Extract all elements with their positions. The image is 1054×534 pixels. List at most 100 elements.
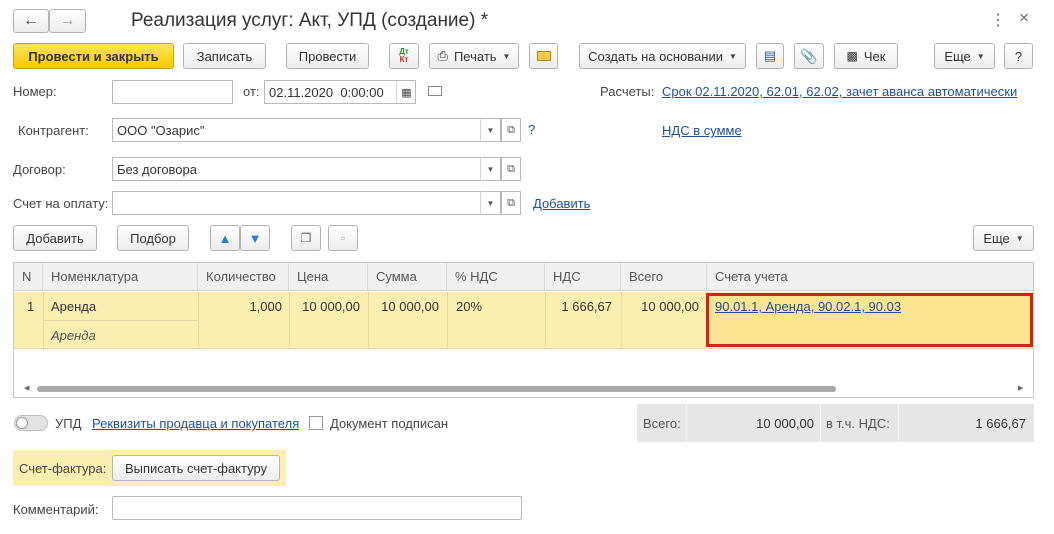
invoice-label: Счет на оплату: — [13, 196, 109, 211]
print-button[interactable]: ⎙ Печать ▼ — [429, 43, 519, 69]
accounts-link[interactable]: 90.01.1, Аренда, 90.02.1, 90.03 — [715, 299, 901, 314]
issue-invoice-button[interactable]: Выписать счет-фактуру — [112, 455, 280, 481]
comment-input[interactable] — [112, 496, 522, 520]
open-form-icon[interactable]: ⧉ — [501, 118, 521, 142]
number-input[interactable] — [112, 80, 233, 104]
envelope-icon — [536, 51, 551, 61]
column-header-n[interactable]: N — [14, 263, 43, 291]
cell-vat[interactable]: 1 666,67 — [545, 299, 612, 314]
column-header-item[interactable]: Номенклатура — [43, 263, 198, 291]
dt-kt-button[interactable]: Дт Кт — [389, 43, 419, 69]
chevron-down-icon[interactable]: ▼ — [480, 118, 500, 142]
paste-icon: ▫ — [340, 231, 346, 245]
horizontal-scrollbar-thumb[interactable] — [37, 386, 836, 392]
vat-included-label: в т.ч. НДС: — [826, 416, 890, 431]
column-header-sum[interactable]: Сумма — [368, 263, 447, 291]
cell-sum[interactable]: 10 000,00 — [368, 299, 439, 314]
vat-in-sum-link[interactable]: НДС в сумме — [662, 123, 742, 138]
structure-button[interactable]: ▤ — [756, 43, 784, 69]
settlements-label: Расчеты: — [600, 84, 655, 99]
window-title: Реализация услуг: Акт, УПД (создание) * — [131, 10, 489, 31]
scroll-right-icon[interactable]: ▶ — [1018, 384, 1023, 392]
contract-label: Договор: — [13, 162, 66, 177]
column-header-total[interactable]: Всего — [621, 263, 707, 291]
totals-divider — [820, 404, 821, 442]
settlements-link[interactable]: Срок 02.11.2020, 62.01, 62.02, зачет ава… — [662, 84, 1017, 99]
cell-qty[interactable]: 1,000 — [198, 299, 282, 314]
chevron-down-icon: ▼ — [976, 51, 985, 61]
total-label: Всего: — [643, 416, 681, 431]
contract-input[interactable]: Без договора — [112, 157, 501, 181]
dt-kt-icon: Дт Кт — [399, 47, 409, 64]
copy-icon: ❐ — [300, 231, 312, 245]
copy-button[interactable]: ❐ — [291, 225, 321, 251]
back-button[interactable]: ← — [13, 9, 49, 33]
help-button[interactable]: ? — [1004, 43, 1033, 69]
post-button[interactable]: Провести — [286, 43, 369, 69]
column-header-accounts[interactable]: Счета учета — [707, 263, 1033, 291]
vat-included-value: 1 666,67 — [975, 416, 1026, 431]
email-button[interactable] — [529, 43, 558, 69]
forward-button[interactable]: → — [49, 9, 86, 33]
counterparty-help-icon[interactable]: ? — [528, 122, 535, 137]
arrow-right-icon: → — [59, 12, 76, 29]
date-input[interactable]: 02.11.2020 0:00:00 — [264, 80, 416, 104]
column-header-vat-rate[interactable]: % НДС — [447, 263, 545, 291]
invoice-input[interactable] — [112, 191, 501, 215]
column-header-price[interactable]: Цена — [289, 263, 368, 291]
counterparty-input[interactable]: ООО "Озарис" — [112, 118, 501, 142]
add-invoice-link[interactable]: Добавить — [533, 196, 590, 211]
arrow-up-icon: ▲ — [218, 230, 232, 246]
invoice-document-label: Счет-фактура: — [19, 461, 107, 476]
totals-divider — [686, 404, 687, 442]
attach-button[interactable]: 📎 — [794, 43, 824, 69]
receipt-button[interactable]: ▩ Чек — [834, 43, 898, 69]
document-signed-label: Документ подписан — [330, 416, 449, 431]
arrow-down-icon: ▼ — [248, 230, 262, 246]
upd-label: УПД — [55, 416, 82, 431]
number-label: Номер: — [13, 84, 57, 99]
hierarchy-icon: ▤ — [763, 48, 777, 63]
upd-toggle[interactable] — [14, 415, 48, 431]
select-button[interactable]: Подбор — [117, 225, 189, 251]
chevron-down-icon[interactable]: ▼ — [480, 191, 500, 215]
calendar-icon[interactable]: ▦ — [396, 81, 416, 103]
more-button[interactable]: Еще ▼ — [934, 43, 995, 69]
post-and-close-button[interactable]: Провести и закрыть — [13, 43, 174, 69]
chevron-down-icon: ▼ — [502, 51, 511, 61]
move-down-button[interactable]: ▼ — [240, 225, 270, 251]
paperclip-icon: 📎 — [800, 47, 818, 64]
column-header-qty[interactable]: Количество — [198, 263, 289, 291]
chevron-down-icon[interactable]: ▼ — [480, 157, 500, 181]
cell-item[interactable]: Аренда — [51, 299, 96, 314]
counterparty-label: Контрагент: — [18, 123, 89, 138]
comment-label: Комментарий: — [13, 502, 99, 517]
add-row-button[interactable]: Добавить — [13, 225, 97, 251]
open-form-icon[interactable]: ⧉ — [501, 191, 521, 215]
requisites-link[interactable]: Реквизиты продавца и покупателя — [92, 416, 299, 431]
row-subline-divider — [43, 320, 198, 321]
table-more-button[interactable]: Еще ▼ — [973, 225, 1034, 251]
paste-button[interactable]: ▫ — [328, 225, 358, 251]
move-up-button[interactable]: ▲ — [210, 225, 240, 251]
cash-register-icon: ▩ — [846, 49, 858, 63]
chevron-down-icon: ▼ — [1015, 233, 1024, 243]
more-vertical-icon[interactable]: ⋮ — [990, 10, 1006, 30]
arrow-left-icon: ← — [23, 12, 39, 29]
create-based-on-button[interactable]: Создать на основании ▼ — [579, 43, 746, 69]
toggle-knob — [16, 417, 28, 429]
document-signed-checkbox[interactable] — [309, 416, 323, 430]
close-icon[interactable]: × — [1019, 8, 1029, 28]
column-header-vat[interactable]: НДС — [545, 263, 621, 291]
date-label: от: — [243, 84, 260, 99]
cell-total[interactable]: 10 000,00 — [621, 299, 699, 314]
cell-price[interactable]: 10 000,00 — [289, 299, 360, 314]
notes-icon[interactable] — [428, 86, 442, 96]
cell-n[interactable]: 1 — [27, 299, 34, 314]
open-form-icon[interactable]: ⧉ — [501, 157, 521, 181]
save-button[interactable]: Записать — [183, 43, 266, 69]
total-value: 10 000,00 — [756, 416, 814, 431]
scroll-left-icon[interactable]: ◀ — [24, 384, 29, 392]
cell-vat-rate[interactable]: 20% — [456, 299, 482, 314]
cell-item-content[interactable]: Аренда — [51, 328, 96, 343]
